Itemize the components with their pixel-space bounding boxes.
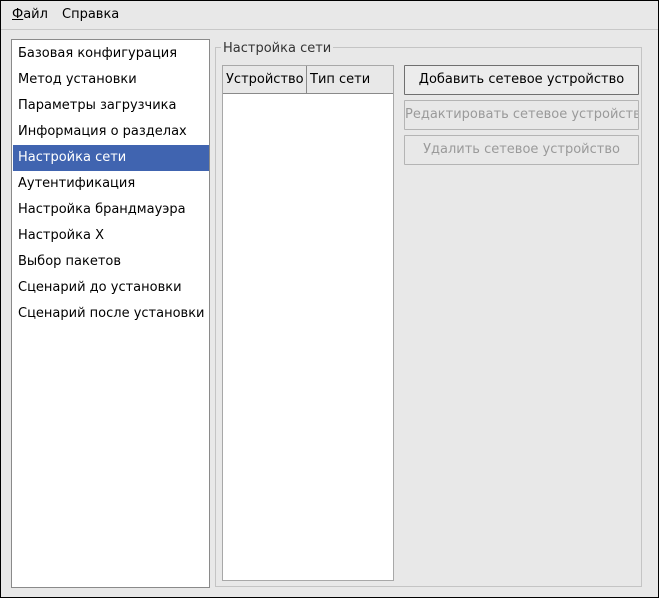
section-list: Базовая конфигурация Метод установки Пар… xyxy=(11,39,210,588)
sidebar-item-pre-script[interactable]: Сценарий до установки xyxy=(13,275,209,301)
edit-network-device-button[interactable]: Редактировать сетевое устройство xyxy=(404,100,639,130)
sidebar-item-authentication[interactable]: Аутентификация xyxy=(13,171,209,197)
column-header-network-type[interactable]: Тип сети xyxy=(307,66,393,94)
menu-file[interactable]: Файл xyxy=(12,7,48,22)
sidebar-item-bootloader[interactable]: Параметры загрузчика xyxy=(13,93,209,119)
menu-file-label: айл xyxy=(23,7,48,22)
sidebar-item-basic-config[interactable]: Базовая конфигурация xyxy=(13,41,209,67)
sidebar-item-install-method[interactable]: Метод установки xyxy=(13,67,209,93)
sidebar-item-partitions[interactable]: Информация о разделах xyxy=(13,119,209,145)
sidebar-item-post-script[interactable]: Сценарий после установки xyxy=(13,301,209,327)
menubar: Файл Справка xyxy=(1,1,658,30)
sidebar-item-packages[interactable]: Выбор пакетов xyxy=(13,249,209,275)
sidebar-item-x-config[interactable]: Настройка X xyxy=(13,223,209,249)
menu-help[interactable]: Справка xyxy=(62,7,119,22)
add-network-device-button[interactable]: Добавить сетевое устройство xyxy=(404,65,639,95)
network-panel-title: Настройка сети xyxy=(221,41,334,56)
sidebar-item-firewall[interactable]: Настройка брандмауэра xyxy=(13,197,209,223)
menu-file-mnemonic: Ф xyxy=(12,7,24,22)
kickstart-window: Файл Справка Базовая конфигурация Метод … xyxy=(0,0,659,598)
delete-network-device-button[interactable]: Удалить сетевое устройство xyxy=(404,135,639,165)
column-header-device[interactable]: Устройство xyxy=(223,66,307,94)
network-device-table[interactable]: Устройство Тип сети xyxy=(222,65,394,581)
sidebar-item-network[interactable]: Настройка сети xyxy=(13,145,209,171)
